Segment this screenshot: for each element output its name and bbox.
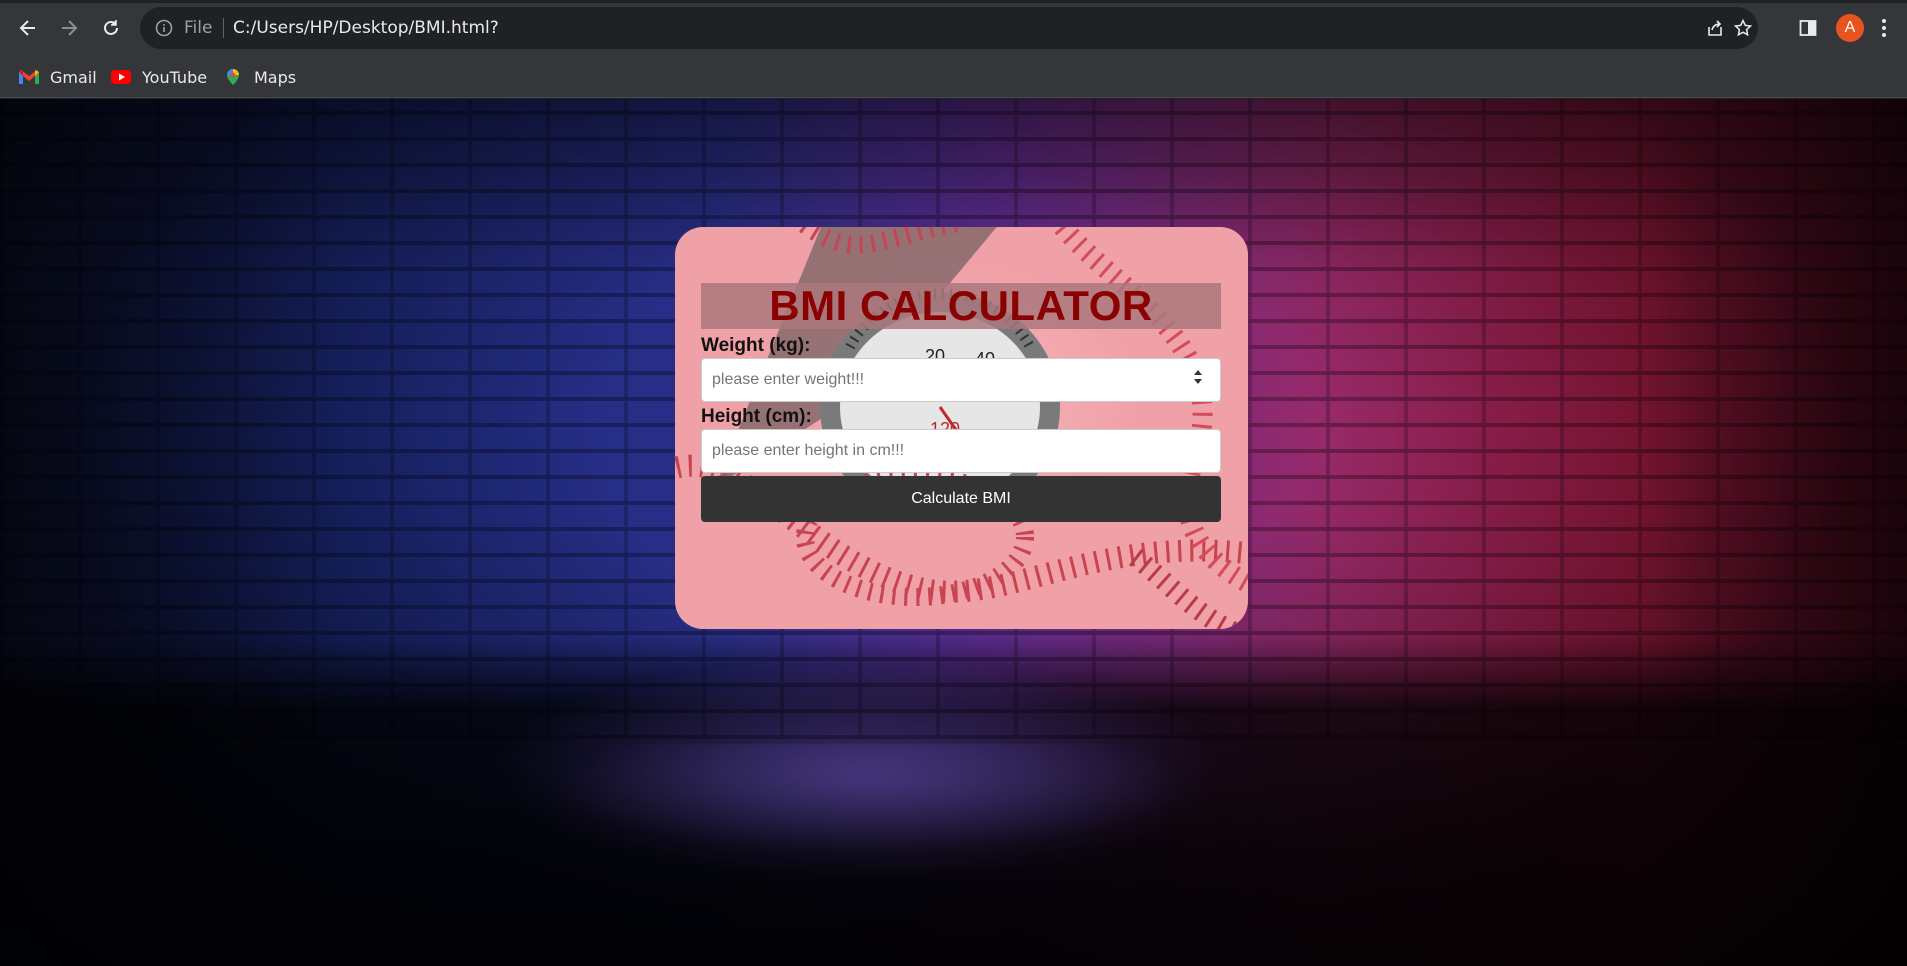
bmi-calculator-card: 20 40 120 BMI CALCULATOR Weight (kg): He… (675, 227, 1248, 629)
title-banner: BMI CALCULATOR (701, 282, 1221, 329)
browser-toolbar: File C:/Users/HP/Desktop/BMI.html? A (0, 0, 1907, 56)
bookmark-gmail[interactable]: Gmail (18, 64, 97, 90)
tab-strip-edge (0, 0, 1907, 3)
forward-arrow-icon (62, 20, 78, 36)
calculate-bmi-button[interactable]: Calculate BMI (701, 476, 1221, 522)
back-arrow-icon (19, 20, 35, 36)
bookmark-maps[interactable]: Maps (222, 64, 296, 90)
bookmark-youtube[interactable]: YouTube (110, 64, 207, 90)
profile-avatar[interactable]: A (1836, 14, 1864, 42)
url-scheme-label: File (184, 18, 213, 38)
omnibox-separator (223, 18, 224, 38)
reload-icon (104, 20, 118, 35)
page-title: BMI CALCULATOR (769, 282, 1153, 329)
weight-label: Weight (kg): (701, 335, 811, 356)
address-bar[interactable]: File C:/Users/HP/Desktop/BMI.html? (140, 7, 1758, 49)
maps-icon (227, 69, 239, 85)
height-input[interactable] (701, 429, 1221, 473)
bookmarks-bar: Gmail YouTube Maps (0, 56, 1907, 98)
youtube-icon (111, 70, 131, 84)
bookmark-label: YouTube (142, 67, 208, 87)
gmail-icon (19, 70, 39, 84)
number-stepper-icon[interactable] (1192, 368, 1204, 386)
bookmark-label: Maps (254, 67, 297, 87)
share-icon[interactable] (1705, 18, 1725, 38)
back-button[interactable] (12, 12, 44, 44)
height-label: Height (cm): (701, 406, 812, 427)
url-text[interactable]: C:/Users/HP/Desktop/BMI.html? (233, 18, 499, 38)
info-icon[interactable] (154, 18, 174, 38)
reload-button[interactable] (95, 12, 127, 44)
forward-button[interactable] (53, 12, 85, 44)
kebab-menu-icon[interactable] (1880, 18, 1888, 38)
bookmark-label: Gmail (50, 67, 97, 87)
bookmark-star-icon[interactable] (1733, 18, 1753, 38)
weight-input[interactable] (701, 358, 1221, 402)
page-viewport: 20 40 120 BMI CALCULATOR Weight (kg): He… (0, 99, 1907, 966)
side-panel-icon[interactable] (1798, 18, 1818, 38)
